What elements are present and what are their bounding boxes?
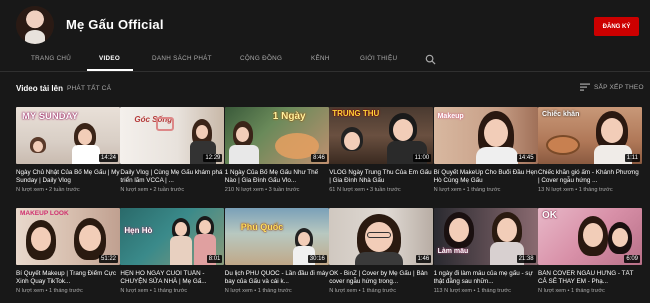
play-all-button[interactable]: PHÁT TẤT CẢ — [67, 85, 111, 92]
video-duration: 1:46 — [415, 255, 432, 263]
tab-videos[interactable]: VIDEO — [99, 55, 120, 62]
video-card[interactable]: Chiếc khăn 1:11 Chiếc khăn gió ấm - Khán… — [538, 107, 642, 193]
video-duration: 1:11 — [624, 154, 640, 162]
video-meta: N lượt xem • 1 tháng trước — [538, 288, 605, 294]
video-title[interactable]: 1 Ngày Của Bố Mẹ Gấu Như Thế Nào | Gia Đ… — [225, 169, 329, 185]
video-thumbnail[interactable]: 1 Ngày 8:46 — [224, 107, 329, 164]
video-thumbnail[interactable]: Phú Quốc 30:16 — [224, 208, 329, 265]
video-thumbnail[interactable]: TRUNG THU 11:00 — [329, 107, 434, 164]
video-title[interactable]: Bí Quyết MakeUp Cho Buổi Đầu Hẹn Hò Cùng… — [434, 169, 538, 185]
video-thumbnail[interactable]: 1:46 — [329, 208, 434, 265]
video-duration: 12:29 — [203, 154, 223, 162]
video-duration: 14:24 — [98, 154, 118, 162]
active-tab-indicator — [87, 69, 133, 71]
subscribe-button[interactable]: ĐĂNG KÝ — [594, 17, 639, 36]
video-duration: 8:46 — [311, 154, 327, 162]
section-bar: Video tải lên PHÁT TẤT CẢ SẮP XẾP THEO — [0, 80, 650, 96]
video-thumbnail[interactable]: MY SUNDAY 14:24 — [16, 107, 120, 164]
video-thumbnail[interactable]: Góc Sống 12:29 — [120, 107, 225, 164]
video-title[interactable]: Ngày Chủ Nhật Của Bố Mẹ Gấu | My Sunday … — [16, 169, 120, 185]
video-duration: 14:45 — [516, 154, 536, 162]
video-title[interactable]: Daily Vlog | Cùng Mẹ Gấu khám phá triển … — [120, 169, 224, 185]
video-card[interactable]: OK 6:09 BẢN COVER NGẪU HỨNG - TẤT CẢ SẼ … — [538, 208, 642, 294]
video-title[interactable]: VLOG Ngày Trung Thu Của Em Gấu | Gia Đìn… — [329, 169, 433, 185]
video-card[interactable]: MAKEUP LOOK 51:22 Bí Quyết Makeup | Tran… — [16, 208, 120, 294]
video-meta: 13 N lượt xem • 1 tháng trước — [538, 187, 613, 193]
video-meta: N lượt xem • 2 tuần trước — [16, 187, 80, 193]
video-duration: 11:00 — [412, 154, 432, 162]
video-thumbnail[interactable]: Chiếc khăn 1:11 — [538, 107, 642, 164]
tab-channels[interactable]: KÊNH — [311, 55, 330, 62]
video-card[interactable]: Góc Sống 12:29 Daily Vlog | Cùng Mẹ Gấu … — [120, 107, 225, 193]
tab-home[interactable]: TRANG CHỦ — [31, 55, 71, 62]
sort-button[interactable]: SẮP XẾP THEO — [580, 83, 644, 91]
video-card[interactable]: 1 Ngày 8:46 1 Ngày Của Bố Mẹ Gấu Như Thế… — [224, 107, 329, 193]
channel-tabs: TRANG CHỦ VIDEO DANH SÁCH PHÁT CỘNG ĐỒNG… — [0, 46, 650, 72]
video-title[interactable]: BẢN COVER NGẪU HỨNG - TẤT CẢ SẼ THAY EM … — [538, 270, 642, 286]
video-meta: N lượt xem • 1 tháng trước — [329, 288, 397, 294]
tab-playlists[interactable]: DANH SÁCH PHÁT — [152, 55, 212, 62]
video-title[interactable]: Du lịch PHÚ QUỐC - Lần đầu đi máy bay củ… — [225, 270, 329, 286]
video-meta: 113 N lượt xem • 1 tháng trước — [433, 288, 511, 294]
video-card[interactable]: Phú Quốc 30:16 Du lịch PHÚ QUỐC - Lần đầ… — [224, 208, 329, 294]
tab-about[interactable]: GIỚI THIỆU — [360, 55, 397, 62]
video-thumbnail[interactable]: Làm mẫu 21:38 — [433, 208, 538, 265]
sort-icon — [580, 83, 590, 91]
video-title[interactable]: Bí Quyết Makeup | Trang Điểm Cực Xinh Qu… — [16, 270, 120, 286]
video-title[interactable]: HẸN HÒ NGÀY CUỐI TUẦN - CHUYỆN SỬA NHÀ |… — [120, 270, 224, 286]
video-meta: N lượt xem • 1 tháng trước — [120, 288, 188, 294]
video-thumbnail[interactable]: Makeup 14:45 — [433, 107, 538, 164]
tab-community[interactable]: CỘNG ĐỒNG — [240, 55, 282, 62]
video-meta: N lượt xem • 1 tháng trước — [16, 288, 83, 294]
video-thumbnail[interactable]: OK 6:09 — [538, 208, 642, 265]
video-duration: 21:38 — [516, 255, 536, 263]
video-card[interactable]: Làm mẫu 21:38 1 ngày đi làm mẫu của mẹ g… — [433, 208, 538, 294]
video-meta: N lượt xem • 2 tuần trước — [120, 187, 185, 193]
search-icon[interactable] — [425, 54, 436, 65]
video-meta: N lượt xem • 1 tháng trước — [433, 187, 501, 193]
video-meta: 210 N lượt xem • 3 tuần trước — [224, 187, 300, 193]
video-thumbnail[interactable]: Hẹn Hò 8:01 — [120, 208, 225, 265]
video-card[interactable]: MY SUNDAY 14:24 Ngày Chủ Nhật Của Bố Mẹ … — [16, 107, 120, 193]
video-card[interactable]: TRUNG THU 11:00 VLOG Ngày Trung Thu Của … — [329, 107, 434, 193]
video-title[interactable]: Chiếc khăn gió ấm - Khánh Phương | Cover… — [538, 169, 642, 185]
video-duration: 6:09 — [624, 255, 640, 263]
video-meta: 61 N lượt xem • 3 tuần trước — [329, 187, 401, 193]
video-meta: N lượt xem • 1 tháng trước — [224, 288, 292, 294]
video-title[interactable]: OK - BinZ | Cover by Mẹ Gấu | Bản cover … — [329, 270, 433, 286]
video-thumbnail[interactable]: MAKEUP LOOK 51:22 — [16, 208, 120, 265]
video-duration: 30:16 — [307, 255, 327, 263]
channel-avatar[interactable] — [16, 6, 54, 44]
video-title[interactable]: 1 ngày đi làm mẫu của mẹ gấu - sự thật đ… — [434, 270, 538, 286]
video-card[interactable]: 1:46 OK - BinZ | Cover by Mẹ Gấu | Bản c… — [329, 208, 434, 294]
video-card[interactable]: Hẹn Hò 8:01 HẸN HÒ NGÀY CUỐI TUẦN - CHUY… — [120, 208, 225, 294]
section-title: Video tải lên — [16, 84, 63, 93]
sort-label: SẮP XẾP THEO — [594, 83, 644, 91]
video-card[interactable]: Makeup 14:45 Bí Quyết MakeUp Cho Buổi Đầ… — [433, 107, 538, 193]
channel-name[interactable]: Mẹ Gấu Official — [66, 17, 164, 32]
channel-header: Mẹ Gấu Official ĐĂNG KÝ — [0, 0, 650, 46]
video-duration: 8:01 — [206, 255, 223, 263]
video-duration: 51:22 — [98, 255, 118, 263]
